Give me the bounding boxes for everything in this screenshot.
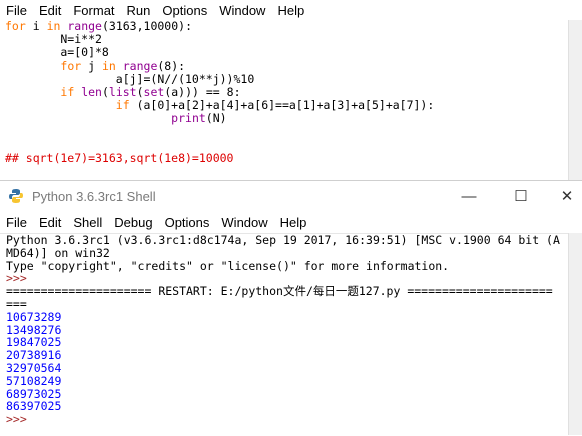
output-line: 20738916 [6,348,62,363]
editor-scrollbar[interactable] [568,20,582,180]
shell-menu-window[interactable]: Window [215,215,273,230]
shell-titlebar[interactable]: Python 3.6.3rc1 Shell — ☐ ✕ [0,181,582,211]
minimize-button[interactable]: — [446,181,492,211]
output-line: 68973025 [6,386,62,401]
maximize-button[interactable]: ☐ [498,181,544,211]
shell-window: Python 3.6.3rc1 Shell — ☐ ✕ File Edit Sh… [0,180,582,435]
shell-menu-edit[interactable]: Edit [33,215,67,230]
shell-scrollbar[interactable] [568,233,582,435]
output-line: 32970564 [6,360,62,375]
close-button[interactable]: ✕ [544,181,582,211]
shell-menubar: File Edit Shell Debug Options Window Hel… [0,212,582,232]
shell-menu-shell[interactable]: Shell [67,215,108,230]
output-line: 86397025 [6,399,62,414]
menu-file[interactable]: File [0,3,33,18]
code-comment: ## sqrt(1e7)=3163,sqrt(1e8)=10000 [5,150,234,165]
menu-edit[interactable]: Edit [33,3,67,18]
menu-help[interactable]: Help [271,3,310,18]
shell-prompt: >>> [6,412,27,427]
shell-output[interactable]: Python 3.6.3rc1 (v3.6.3rc1:d8c174a, Sep … [0,233,574,436]
output-line: 10673289 [6,309,62,324]
editor-menubar: File Edit Format Run Options Window Help [0,0,582,20]
code-editor[interactable]: for i in range(3163,10000): N=i**2 a=[0]… [0,19,568,180]
shell-menu-debug[interactable]: Debug [108,215,158,230]
output-line: 57108249 [6,373,62,388]
shell-title: Python 3.6.3rc1 Shell [32,188,156,204]
code-line: for j in range(8): [60,58,186,73]
menu-run[interactable]: Run [121,3,157,18]
code-line: print(N) [171,111,227,126]
python-logo-icon [8,188,24,204]
output-line: 13498276 [6,322,62,337]
banner-line: Python 3.6.3rc1 (v3.6.3rc1:d8c174a, Sep … [6,233,560,247]
shell-menu-options[interactable]: Options [159,215,216,230]
restart-line: ===================== RESTART: E:/python… [6,284,553,299]
shell-menu-file[interactable]: File [0,215,33,230]
banner-line: MD64)] on win32 [6,245,110,260]
menu-options[interactable]: Options [156,3,213,18]
menu-window[interactable]: Window [213,3,271,18]
restart-line: === [6,296,27,311]
output-line: 19847025 [6,335,62,350]
banner-line: Type "copyright", "credits" or "license(… [6,258,450,273]
shell-menu-help[interactable]: Help [274,215,313,230]
menu-format[interactable]: Format [67,3,120,18]
